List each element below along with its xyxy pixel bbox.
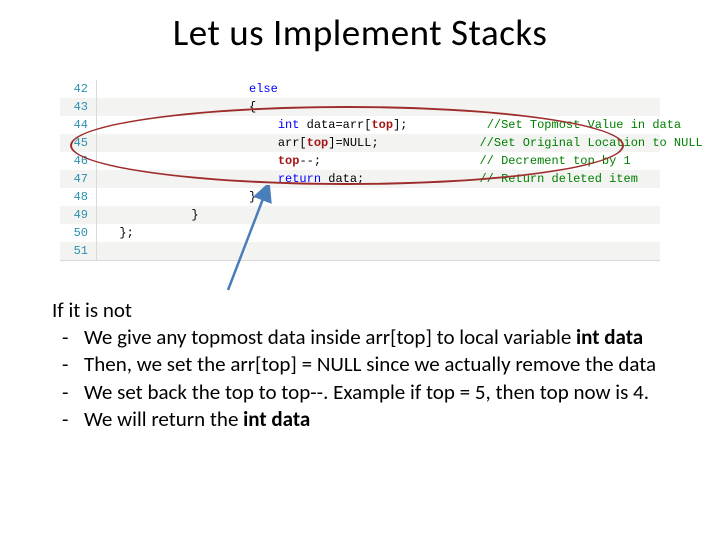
line-number: 46 <box>60 152 97 170</box>
code-content: top--; // Decrement top by 1 <box>97 152 631 170</box>
line-number: 51 <box>60 242 97 260</box>
code-content: arr[top]=NULL; //Set Original Location t… <box>97 134 703 152</box>
line-number: 42 <box>60 80 97 98</box>
line-number: 47 <box>60 170 97 188</box>
line-number: 48 <box>60 188 97 206</box>
explain-lead: If it is not <box>52 298 672 323</box>
slide-title: Let us Implement Stacks <box>0 10 720 55</box>
explain-item: Then, we set the arr[top] = NULL since w… <box>80 352 672 377</box>
code-line: 50 }; <box>60 224 660 242</box>
code-line: 42 else <box>60 80 660 98</box>
explain-list: We give any topmost data inside arr[top]… <box>52 325 672 432</box>
code-content: } <box>97 206 199 224</box>
code-content: }; <box>97 224 134 242</box>
code-line: 48 } <box>60 188 660 206</box>
line-number: 49 <box>60 206 97 224</box>
line-number: 44 <box>60 116 97 134</box>
code-line: 49 } <box>60 206 660 224</box>
code-content: return data; // Return deleted item <box>97 170 638 188</box>
code-content: int data=arr[top]; //Set Topmost Value i… <box>97 116 681 134</box>
code-content: else <box>97 80 278 98</box>
explain-item: We set back the top to top--. Example if… <box>80 380 672 405</box>
code-line: 44 int data=arr[top]; //Set Topmost Valu… <box>60 116 660 134</box>
code-line: 43 { <box>60 98 660 116</box>
explain-item: We will return the int data <box>80 407 672 432</box>
code-content: { <box>97 98 256 116</box>
code-content: } <box>97 188 256 206</box>
explanation-text: If it is not We give any topmost data in… <box>52 298 672 434</box>
code-line: 51 <box>60 242 660 261</box>
line-number: 50 <box>60 224 97 242</box>
code-block: 42 else43 {44 int data=arr[top]; //Set T… <box>60 80 660 261</box>
code-line: 47 return data; // Return deleted item <box>60 170 660 188</box>
line-number: 45 <box>60 134 97 152</box>
code-line: 46 top--; // Decrement top by 1 <box>60 152 660 170</box>
line-number: 43 <box>60 98 97 116</box>
code-line: 45 arr[top]=NULL; //Set Original Locatio… <box>60 134 660 152</box>
explain-item: We give any topmost data inside arr[top]… <box>80 325 672 350</box>
